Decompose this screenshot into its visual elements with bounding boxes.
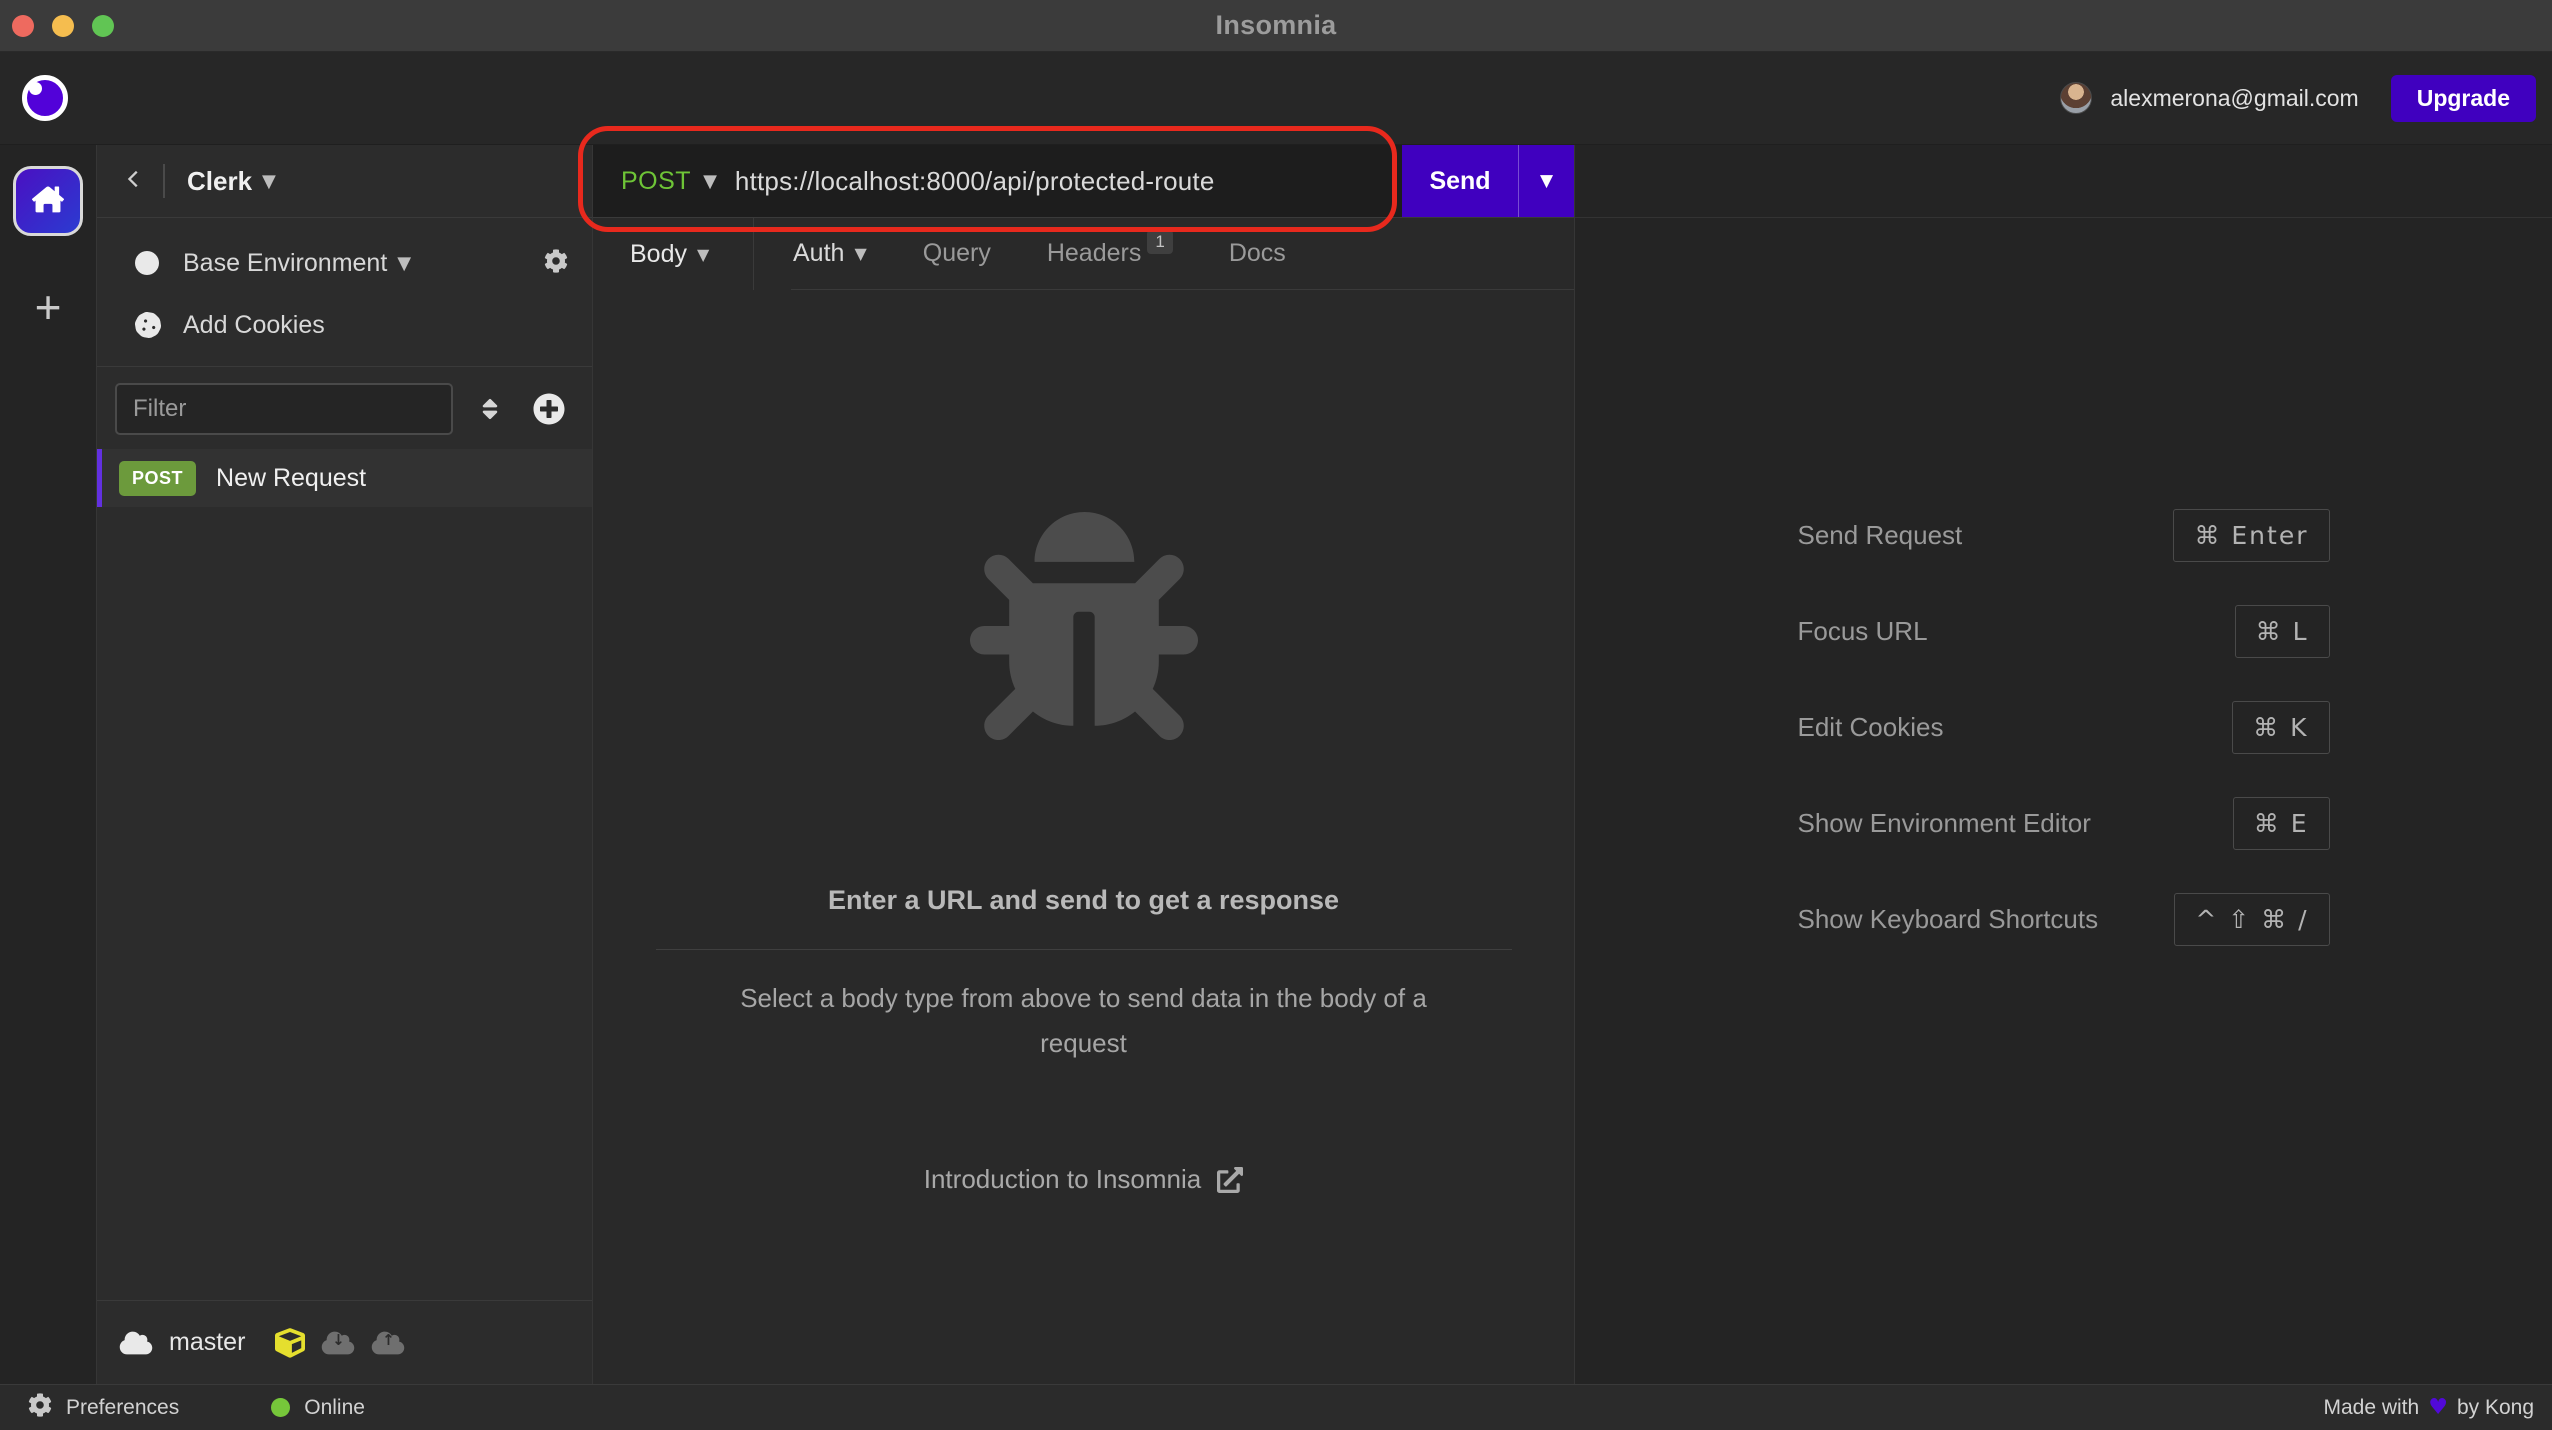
request-pane: POST ▼ https://localhost:8000/api/protec… [593, 145, 1575, 1384]
headers-count-badge: 1 [1147, 229, 1173, 254]
arrow-down-icon: ↓ [332, 1331, 345, 1350]
tab-body[interactable]: Body ▼ [593, 218, 754, 290]
sync-cube-icon[interactable] [275, 1327, 306, 1358]
heart-icon: ♥ [2428, 1395, 2448, 1420]
preferences-button[interactable]: Preferences [28, 1393, 179, 1422]
workspace-dropdown[interactable]: Clerk [187, 166, 252, 197]
window-title: Insomnia [1215, 10, 1337, 40]
request-tabs: Body ▼ Auth ▼ Query Headers 1 Docs [593, 218, 1574, 290]
tab-headers[interactable]: Headers 1 [1044, 218, 1175, 290]
home-button[interactable] [13, 166, 83, 236]
divider [163, 164, 165, 198]
bug-icon [969, 503, 1198, 749]
insomnia-window: Insomnia alexmerona@gmail.com Upgrade + [0, 0, 2552, 1430]
cloud-push-icon[interactable]: ↑ [371, 1330, 405, 1356]
shortcut-keys: ⌘ L [2234, 604, 2330, 658]
titlebar: Insomnia [0, 0, 2552, 52]
shortcut-keys: ^ ⇧ ⌘ / [2174, 892, 2330, 946]
cloud-icon [119, 1330, 153, 1356]
shortcut-row: Show Keyboard Shortcuts ^ ⇧ ⌘ / [1798, 891, 2330, 947]
add-workspace-button[interactable]: + [35, 284, 62, 330]
online-status[interactable]: Online [271, 1396, 365, 1420]
shortcut-keys: ⌘ Enter [2173, 508, 2330, 562]
method-dropdown[interactable]: POST [621, 167, 691, 196]
response-pane: Send Request ⌘ Enter Focus URL ⌘ L Edit … [1575, 145, 2552, 1384]
chevron-down-icon: ▼ [397, 252, 412, 274]
sort-icon[interactable] [479, 396, 501, 422]
cookie-icon [135, 312, 183, 338]
sidebar-header: Clerk ▼ [97, 145, 592, 218]
workspace-rail: + [0, 145, 97, 1384]
back-chevron-icon[interactable] [123, 168, 145, 195]
shortcut-row: Show Environment Editor ⌘ E [1798, 795, 2330, 851]
chevron-down-icon: ▼ [696, 244, 710, 264]
send-options-button[interactable]: ▼ [1518, 145, 1574, 217]
insomnia-logo-icon [22, 75, 68, 121]
arrow-up-icon: ↑ [382, 1331, 395, 1350]
request-list-item[interactable]: POST New Request [97, 449, 592, 507]
keyboard-shortcuts-list: Send Request ⌘ Enter Focus URL ⌘ L Edit … [1798, 507, 2330, 947]
zoom-window-button[interactable] [92, 15, 114, 37]
shortcut-keys: ⌘ K [2232, 700, 2330, 754]
send-button[interactable]: Send [1402, 145, 1518, 217]
shortcut-row: Send Request ⌘ Enter [1798, 507, 2330, 563]
account-email[interactable]: alexmerona@gmail.com [2110, 85, 2358, 112]
filter-input[interactable] [115, 383, 453, 435]
chevron-down-icon[interactable]: ▼ [703, 171, 717, 192]
user-avatar[interactable] [2060, 82, 2093, 114]
minimize-window-button[interactable] [52, 15, 74, 37]
upgrade-button[interactable]: Upgrade [2390, 74, 2536, 122]
chevron-down-icon[interactable]: ▼ [262, 171, 276, 192]
divider [655, 949, 1512, 950]
gear-icon [28, 1393, 52, 1422]
chevron-down-icon: ▼ [854, 244, 867, 263]
external-link-icon [1217, 1166, 1244, 1193]
home-icon [31, 183, 65, 220]
environment-selector[interactable]: Base Environment ▼ [97, 232, 592, 294]
response-pane-header [1575, 145, 2552, 218]
sync-bar: master ↓ ↑ [97, 1300, 592, 1384]
tab-docs[interactable]: Docs [1226, 218, 1288, 290]
environment-settings-gear-icon[interactable] [544, 248, 568, 278]
close-window-button[interactable] [12, 15, 34, 37]
chevron-down-icon: ▼ [1539, 171, 1554, 191]
url-row: POST ▼ https://localhost:8000/api/protec… [593, 145, 1574, 218]
body-empty-state: Enter a URL and send to get a response S… [593, 290, 1574, 1384]
tab-query[interactable]: Query [920, 218, 993, 290]
add-cookies-button[interactable]: Add Cookies [97, 294, 592, 356]
shortcut-row: Focus URL ⌘ L [1798, 603, 2330, 659]
add-request-icon[interactable] [533, 393, 565, 425]
shortcut-row: Edit Cookies ⌘ K [1798, 699, 2330, 755]
url-input[interactable]: https://localhost:8000/api/protected-rou… [735, 166, 1215, 197]
status-bar: Preferences Online Made with ♥ by Kong [0, 1384, 2552, 1430]
app-header: alexmerona@gmail.com Upgrade [0, 52, 2552, 145]
online-status-icon [271, 1398, 291, 1417]
sidebar: Clerk ▼ Base Environment ▼ Add Cookies F… [97, 145, 593, 1384]
url-bar[interactable]: POST ▼ https://localhost:8000/api/protec… [593, 145, 1402, 217]
branch-name[interactable]: master [169, 1328, 245, 1357]
tab-auth[interactable]: Auth ▼ [791, 218, 869, 290]
shortcut-keys: ⌘ E [2232, 796, 2330, 850]
environment-color-icon [135, 251, 159, 275]
method-badge: POST [119, 460, 197, 496]
made-with-kong: Made with ♥ by Kong [2323, 1395, 2534, 1420]
filter-row [97, 383, 592, 435]
introduction-link[interactable]: Introduction to Insomnia [924, 1164, 1244, 1195]
empty-state-description: Select a body type from above to send da… [740, 983, 1427, 1058]
empty-state-title: Enter a URL and send to get a response [827, 885, 1340, 915]
cloud-pull-icon[interactable]: ↓ [321, 1330, 355, 1356]
